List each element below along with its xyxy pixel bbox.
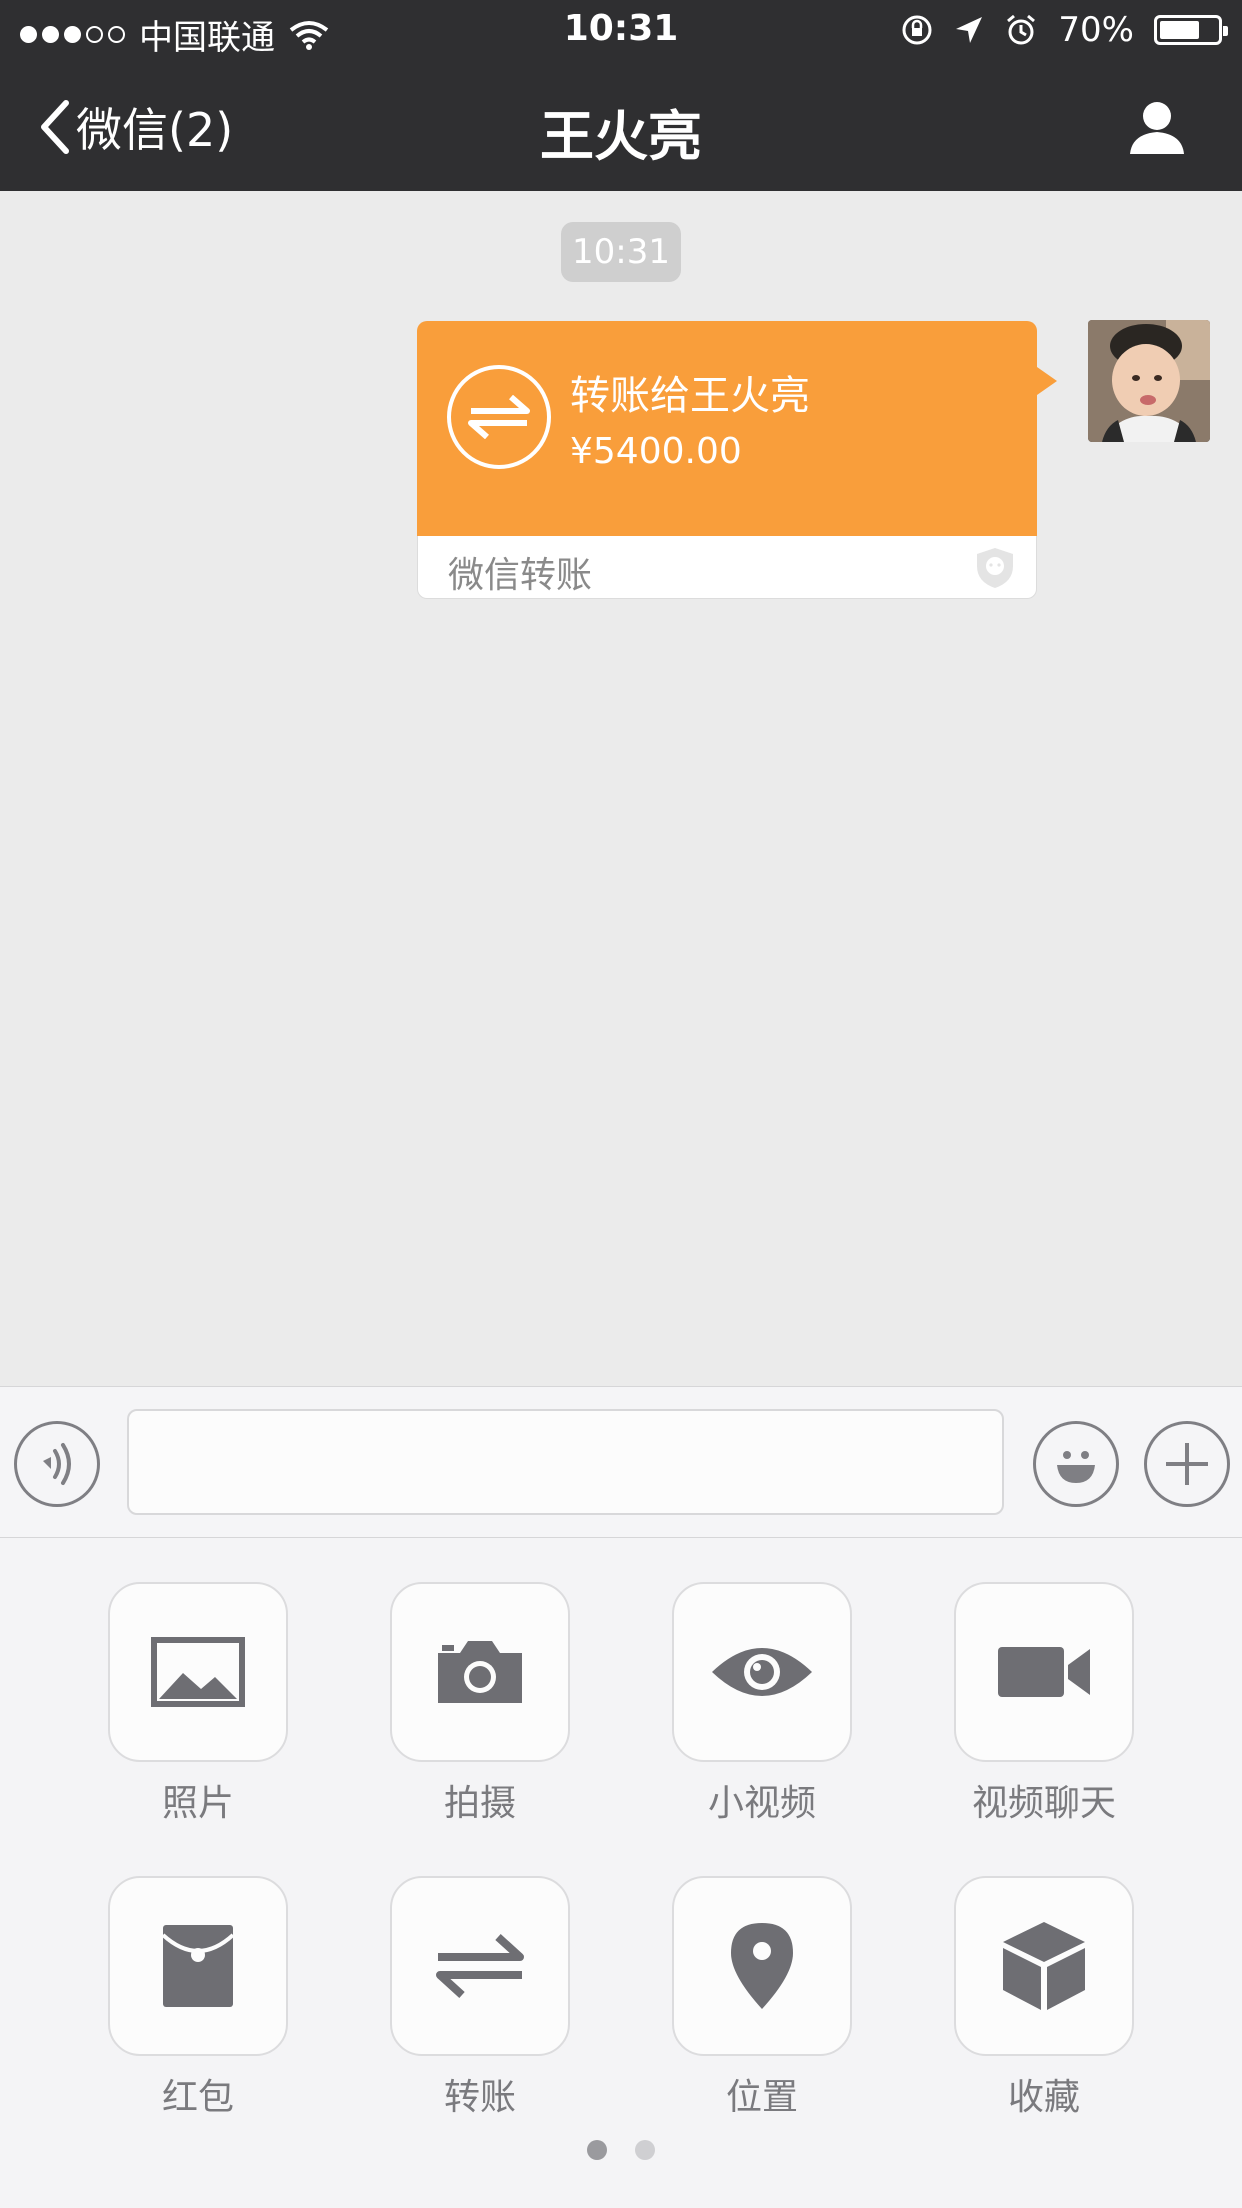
- video-chat-button[interactable]: [954, 1582, 1134, 1762]
- transfer-amount: ¥5400.00: [570, 431, 742, 472]
- input-bar: [0, 1386, 1242, 1538]
- transfer-label: 转账: [443, 2077, 516, 2118]
- transfer-title: 转账给王火亮: [570, 373, 810, 419]
- rotation-lock-icon: [902, 15, 932, 45]
- bubble-tail: [1037, 367, 1057, 395]
- eye-icon: [712, 1648, 812, 1696]
- photo-label: 照片: [161, 1783, 234, 1824]
- video-camera-icon: [998, 1647, 1090, 1697]
- page-indicator-2[interactable]: [635, 2140, 655, 2160]
- transfer-message-bubble[interactable]: 转账给王火亮 ¥5400.00 微信转账: [417, 321, 1057, 599]
- transfer-footer-label: 微信转账: [448, 555, 593, 596]
- avatar[interactable]: [1088, 320, 1210, 442]
- voice-button[interactable]: [14, 1421, 100, 1507]
- location-button[interactable]: [672, 1876, 852, 2056]
- location-label: 位置: [725, 2077, 798, 2118]
- camera-icon: [438, 1641, 522, 1703]
- page-title: 王火亮: [540, 105, 702, 168]
- photo-button[interactable]: [108, 1582, 288, 1762]
- nav-bar: 微信(2) 王火亮: [0, 64, 1242, 191]
- photo-icon: [151, 1637, 245, 1707]
- location-pin-icon: [731, 1923, 793, 2009]
- shield-icon: [977, 548, 1013, 588]
- page-indicator-1[interactable]: [587, 2140, 607, 2160]
- transfer-circle-icon: [447, 365, 551, 469]
- voice-icon: [43, 1443, 71, 1485]
- more-button[interactable]: [1144, 1421, 1230, 1507]
- smiley-icon: [1057, 1451, 1095, 1483]
- transfer-card-header: 转账给王火亮 ¥5400.00: [417, 321, 1037, 536]
- battery-icon: [1154, 15, 1228, 45]
- red-packet-icon: [161, 1925, 235, 2007]
- message-timestamp: 10:31: [561, 222, 681, 282]
- transfer-icon: [436, 1934, 524, 1998]
- camera-button[interactable]: [390, 1582, 570, 1762]
- short-video-label: 小视频: [707, 1783, 816, 1824]
- status-bar: 中国联通 10:31 70%: [0, 0, 1242, 60]
- battery-percent: 70%: [1058, 10, 1134, 50]
- top-bar: 中国联通 10:31 70% 微信(2) 王火亮: [0, 0, 1242, 191]
- message-input[interactable]: [127, 1409, 1004, 1515]
- camera-label: 拍摄: [443, 1783, 516, 1824]
- location-arrow-icon: [956, 17, 983, 43]
- cube-icon: [1003, 1922, 1085, 2010]
- favorites-button[interactable]: [954, 1876, 1134, 2056]
- transfer-card-footer: 微信转账: [417, 536, 1037, 599]
- plus-icon: [1166, 1443, 1208, 1485]
- red-packet-button[interactable]: [108, 1876, 288, 2056]
- profile-icon[interactable]: [1128, 98, 1186, 156]
- short-video-button[interactable]: [672, 1582, 852, 1762]
- emoji-button[interactable]: [1033, 1421, 1119, 1507]
- alarm-icon: [1007, 14, 1036, 45]
- favorites-label: 收藏: [1007, 2077, 1080, 2118]
- red-packet-label: 红包: [161, 2077, 234, 2118]
- video-chat-label: 视频聊天: [971, 1783, 1116, 1824]
- transfer-button[interactable]: [390, 1876, 570, 2056]
